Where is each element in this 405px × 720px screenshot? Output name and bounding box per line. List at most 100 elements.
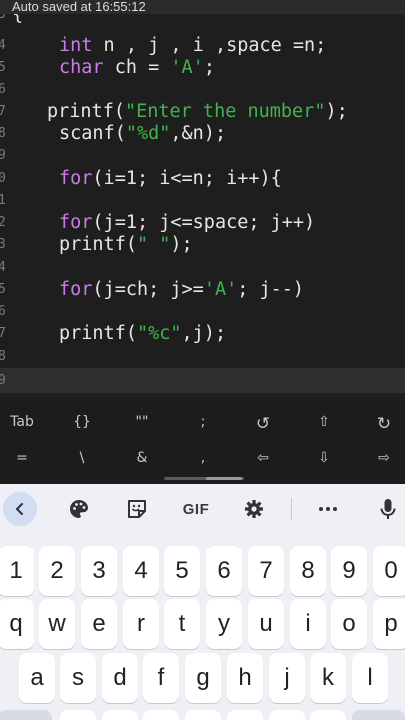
line-number: 4 xyxy=(0,260,6,275)
line-number: 5 xyxy=(0,282,6,297)
code-line[interactable]: 5 for(j=ch; j>='A'; j--) xyxy=(0,279,405,301)
key-t[interactable]: t xyxy=(164,599,200,649)
code-line[interactable]: 3 { xyxy=(0,14,405,26)
key-7[interactable]: 7 xyxy=(248,546,284,596)
code-editor[interactable]: 3 { 4 int n , j , i ,space =n; 5 char ch… xyxy=(0,14,405,400)
more-options-button[interactable] xyxy=(311,492,345,526)
chevron-left-icon xyxy=(16,503,23,515)
keyboard-back-button[interactable] xyxy=(3,492,37,526)
gif-button[interactable]: GIF xyxy=(176,492,216,526)
line-number: 4 xyxy=(0,38,6,53)
key-6[interactable]: 6 xyxy=(206,546,242,596)
braces-key[interactable]: {} xyxy=(57,414,107,430)
code-line[interactable]: 4 xyxy=(0,257,405,279)
key-4[interactable]: 4 xyxy=(123,546,159,596)
line-number: 7 xyxy=(0,104,6,119)
key-m[interactable] xyxy=(310,710,346,720)
key-z[interactable] xyxy=(60,710,96,720)
drag-handle-indicator xyxy=(206,477,242,480)
key-s[interactable]: s xyxy=(60,653,96,703)
palette-icon xyxy=(70,500,88,518)
equals-key[interactable]: = xyxy=(0,450,47,466)
code-line[interactable]: 8 scanf("%d",&n); xyxy=(0,123,405,145)
code-line[interactable]: 6 xyxy=(0,301,405,323)
line-number: 7 xyxy=(0,326,6,341)
key-5[interactable]: 5 xyxy=(164,546,200,596)
voice-input-button[interactable] xyxy=(371,492,405,526)
key-o[interactable]: o xyxy=(331,599,367,649)
key-0[interactable]: 0 xyxy=(373,546,405,596)
key-k[interactable]: k xyxy=(310,653,346,703)
code-line[interactable]: 7 printf("%c",j); xyxy=(0,323,405,345)
code-line[interactable]: 6 xyxy=(0,79,405,101)
settings-button[interactable] xyxy=(237,492,271,526)
quotes-key[interactable]: "" xyxy=(117,414,167,430)
comma-key[interactable]: , xyxy=(178,450,228,466)
current-code-line[interactable]: 9 xyxy=(0,368,405,393)
key-a[interactable]: a xyxy=(19,653,55,703)
key-c[interactable] xyxy=(143,710,179,720)
key-q[interactable]: q xyxy=(0,599,34,649)
key-y[interactable]: y xyxy=(206,599,242,649)
arrow-right-icon[interactable]: ⇨ xyxy=(359,450,405,466)
key-x[interactable] xyxy=(102,710,138,720)
line-number: 3 xyxy=(0,237,6,252)
code-line[interactable]: 2 for(j=1; j<=space; j++) xyxy=(0,212,405,234)
key-e[interactable]: e xyxy=(81,599,117,649)
shift-key[interactable] xyxy=(0,710,52,720)
line-number: 6 xyxy=(0,82,6,97)
key-2[interactable]: 2 xyxy=(39,546,75,596)
key-f[interactable]: f xyxy=(143,653,179,703)
backspace-key[interactable] xyxy=(352,710,405,720)
theme-button[interactable] xyxy=(62,492,96,526)
arrow-up-icon[interactable]: ⇧ xyxy=(299,414,349,430)
code-text: printf("Enter the number"); xyxy=(47,101,348,122)
key-9[interactable]: 9 xyxy=(331,546,367,596)
code-text: for(j=ch; j>='A'; j--) xyxy=(59,279,305,300)
code-text: for(j=1; j<=space; j++) xyxy=(59,212,316,233)
key-8[interactable]: 8 xyxy=(290,546,326,596)
code-line[interactable]: 9 xyxy=(0,145,405,167)
arrow-down-icon[interactable]: ⇩ xyxy=(299,450,349,466)
code-line[interactable]: 4 int n , j , i ,space =n; xyxy=(0,35,405,57)
arrow-left-icon[interactable]: ⇦ xyxy=(238,450,288,466)
gif-label: GIF xyxy=(182,500,210,518)
key-u[interactable]: u xyxy=(248,599,284,649)
backslash-key[interactable]: \ xyxy=(57,450,107,466)
code-line[interactable]: 8 xyxy=(0,346,405,368)
line-number: 3 xyxy=(0,14,6,22)
line-number: 8 xyxy=(0,349,6,364)
redo-icon[interactable]: ↻ xyxy=(359,414,405,434)
key-p[interactable]: p xyxy=(373,599,405,649)
sticker-button[interactable] xyxy=(120,492,154,526)
undo-icon[interactable]: ↺ xyxy=(238,414,288,434)
semicolon-key[interactable]: ; xyxy=(178,414,228,430)
key-v[interactable] xyxy=(185,710,221,720)
line-number: 1 xyxy=(0,193,6,208)
code-line[interactable]: 5 char ch = 'A'; xyxy=(0,57,405,79)
key-l[interactable]: l xyxy=(352,653,388,703)
key-3[interactable]: 3 xyxy=(81,546,117,596)
code-line[interactable]: 1 xyxy=(0,190,405,212)
key-b[interactable] xyxy=(227,710,263,720)
key-g[interactable]: g xyxy=(185,653,221,703)
gear-icon xyxy=(245,500,263,518)
code-line[interactable]: 3 printf(" "); xyxy=(0,234,405,256)
key-n[interactable] xyxy=(269,710,305,720)
key-1[interactable]: 1 xyxy=(0,546,34,596)
key-r[interactable]: r xyxy=(123,599,159,649)
line-number: 0 xyxy=(0,171,6,186)
code-line[interactable]: 0 for(i=1; i<=n; i++){ xyxy=(0,168,405,190)
key-i[interactable]: i xyxy=(290,599,326,649)
code-text: for(i=1; i<=n; i++){ xyxy=(59,168,282,189)
key-j[interactable]: j xyxy=(269,653,305,703)
key-h[interactable]: h xyxy=(227,653,263,703)
line-number: 2 xyxy=(0,215,6,230)
code-text: char ch = 'A'; xyxy=(59,57,215,78)
code-line[interactable]: 7 printf("Enter the number"); xyxy=(0,101,405,123)
key-d[interactable]: d xyxy=(102,653,138,703)
ampersand-key[interactable]: & xyxy=(117,450,167,466)
tab-key[interactable]: Tab xyxy=(0,414,47,430)
code-text: int n , j , i ,space =n; xyxy=(59,35,327,56)
key-w[interactable]: w xyxy=(39,599,75,649)
